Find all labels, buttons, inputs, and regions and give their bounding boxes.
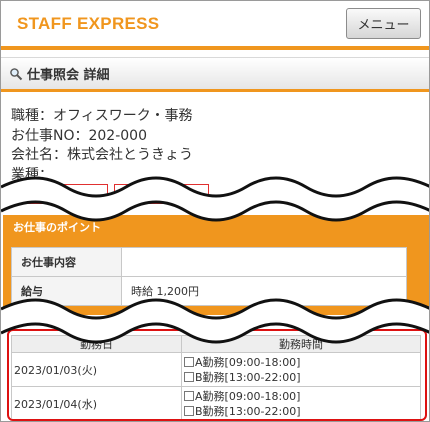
shift-label: B勤務[13:00-22:00] bbox=[195, 405, 301, 418]
title-divider bbox=[1, 89, 429, 92]
header-divider bbox=[1, 46, 429, 50]
shift-label: B勤務[13:00-22:00] bbox=[195, 371, 301, 384]
staff-express-logo[interactable]: STAFF EXPRESS bbox=[17, 14, 159, 34]
app-header: STAFF EXPRESS メニュー bbox=[1, 1, 429, 46]
torn-edge-break-bottom bbox=[1, 298, 429, 344]
menu-button[interactable]: メニュー bbox=[346, 8, 421, 39]
shift-option[interactable]: A勤務[09:00-18:00] bbox=[182, 389, 420, 404]
table-row: 2023/01/04(水) A勤務[09:00-18:00] B勤務[13:00… bbox=[11, 386, 421, 419]
job-category: 職種：オフィスワーク・事務 bbox=[11, 108, 193, 124]
shift-checkbox[interactable] bbox=[184, 406, 194, 416]
schedule-slots: A勤務[09:00-18:00] B勤務[13:00-22:00] bbox=[181, 386, 421, 419]
schedule-slots: A勤務[09:00-18:00] B勤務[13:00-22:00] bbox=[181, 352, 421, 387]
company-name: 会社名：株式会社とうきょう bbox=[11, 147, 193, 163]
job-content-label: お仕事内容 bbox=[11, 247, 122, 277]
job-number: お仕事NO：202-000 bbox=[11, 127, 147, 144]
shift-option[interactable]: B勤務[13:00-22:00] bbox=[182, 370, 420, 385]
schedule-date: 2023/01/03(火) bbox=[11, 352, 182, 387]
shift-option[interactable]: B勤務[13:00-22:00] bbox=[182, 404, 420, 419]
job-content-value bbox=[121, 247, 407, 277]
torn-edge-break-top bbox=[1, 176, 429, 222]
shift-label: A勤務[09:00-18:00] bbox=[195, 356, 301, 369]
shift-label: A勤務[09:00-18:00] bbox=[195, 390, 301, 403]
magnifier-icon bbox=[10, 67, 23, 80]
shift-checkbox[interactable] bbox=[184, 372, 194, 382]
shift-checkbox[interactable] bbox=[184, 357, 194, 367]
table-row: 2023/01/03(火) A勤務[09:00-18:00] B勤務[13:00… bbox=[11, 352, 421, 387]
table-row: お仕事内容 bbox=[11, 247, 407, 277]
shift-option[interactable]: A勤務[09:00-18:00] bbox=[182, 355, 420, 370]
page-title: 仕事照会 詳細 bbox=[27, 68, 110, 83]
screenshot-frame: STAFF EXPRESS メニュー 仕事照会 詳細 職種：オフィスワーク・事務… bbox=[0, 0, 430, 422]
shift-checkbox[interactable] bbox=[184, 391, 194, 401]
schedule-date: 2023/01/04(水) bbox=[11, 386, 182, 419]
page-title-bar: 仕事照会 詳細 bbox=[1, 57, 429, 89]
